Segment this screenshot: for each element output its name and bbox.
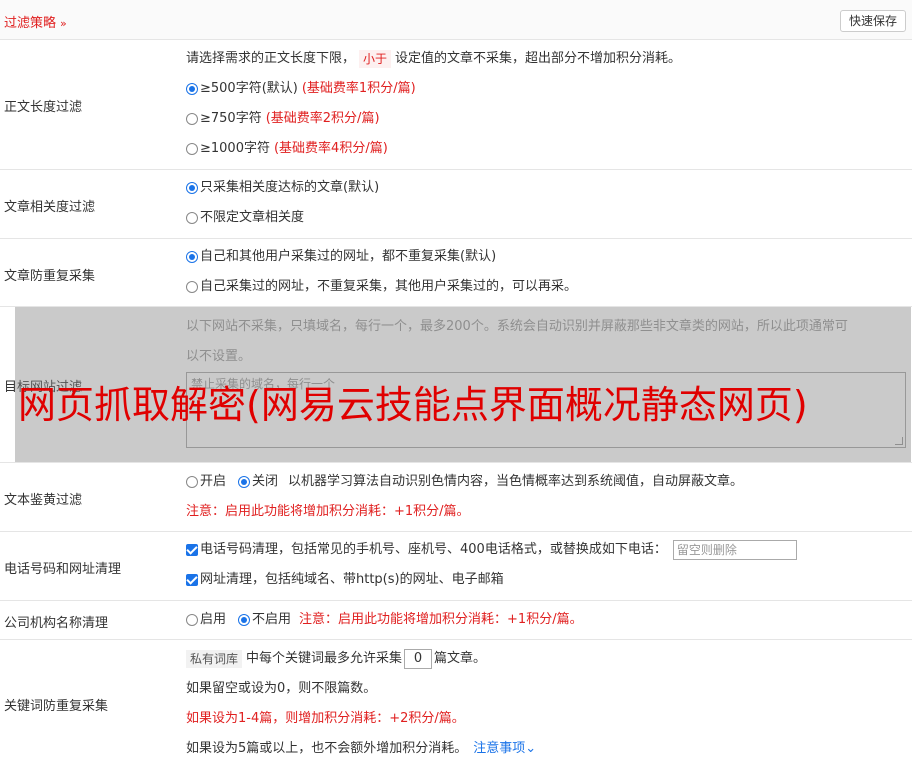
relevance-option-unlimited[interactable]: 不限定文章相关度 bbox=[186, 209, 304, 227]
checkbox[interactable] bbox=[186, 544, 198, 556]
radio-button-off[interactable] bbox=[238, 476, 251, 488]
org-filter-label: 公司机构名称清理 bbox=[4, 616, 109, 631]
radio-button[interactable] bbox=[186, 281, 198, 293]
double-chevron-down-icon: » bbox=[60, 17, 67, 30]
line1-post: 篇文章。 bbox=[434, 651, 487, 666]
section-title[interactable]: 过滤策略» bbox=[4, 12, 67, 31]
disable-label: 不启用 bbox=[252, 612, 292, 627]
option-text: 只采集相关度达标的文章(默认) bbox=[200, 180, 380, 195]
keyword-dedupe-label: 关键词防重复采集 bbox=[4, 699, 109, 714]
radio-button[interactable] bbox=[186, 113, 198, 125]
radio-button[interactable] bbox=[186, 182, 198, 194]
radio-button[interactable] bbox=[186, 83, 198, 95]
phone-filter-row: 电话号码和网址清理 电话号码清理，包括常见的手机号、座机号、400电话格式，或替… bbox=[0, 532, 912, 601]
url-cleanup-option[interactable]: 网址清理，包括纯域名、带http(s)的网址、电子邮箱 bbox=[186, 571, 504, 589]
porn-filter-note: 注意：启用此功能将增加积分消耗：+1积分/篇。 bbox=[186, 504, 470, 519]
dedupe-option-self[interactable]: 自己采集过的网址，不重复采集，其他用户采集过的，可以再采。 bbox=[186, 278, 577, 296]
relevance-option-qualified[interactable]: 只采集相关度达标的文章(默认) bbox=[186, 179, 379, 197]
notes-link[interactable]: 注意事项⌄ bbox=[473, 740, 536, 758]
length-option-500[interactable]: ≥500字符(默认) (基础费率1积分/篇) bbox=[186, 80, 416, 98]
watermark-text: 网页抓取解密(网易云技能点界面概况静态网页) bbox=[18, 383, 808, 427]
porn-filter-label: 文本鉴黄过滤 bbox=[4, 493, 83, 508]
relevance-filter-label: 文章相关度过滤 bbox=[4, 200, 96, 215]
dedupe-label: 文章防重复采集 bbox=[4, 269, 96, 284]
radio-button-enable[interactable] bbox=[186, 614, 198, 626]
section-title-text: 过滤策略 bbox=[4, 16, 57, 31]
chevron-down-icon: ⌄ bbox=[525, 741, 537, 756]
radio-button-disable[interactable] bbox=[238, 614, 251, 626]
keyword-dedupe-row: 关键词防重复采集 私有词库 中每个关键词最多允许采集 0 篇文章。 如果留空或设为0，… bbox=[0, 640, 912, 768]
phone-input-placeholder: 留空则删除 bbox=[676, 543, 737, 557]
notes-link-text: 注意事项 bbox=[473, 741, 526, 756]
option-text: ≥1000字符 bbox=[200, 141, 270, 156]
replacement-phone-input[interactable]: 留空则删除 bbox=[672, 540, 797, 560]
dedupe-option-all[interactable]: 自己和其他用户采集过的网址，都不重复采集(默认) bbox=[186, 248, 496, 266]
off-label: 关闭 bbox=[252, 474, 279, 489]
line4-text: 如果设为5篇或以上，也不会额外增加积分消耗。 bbox=[186, 741, 468, 756]
length-option-750[interactable]: ≥750字符 (基础费率2积分/篇) bbox=[186, 110, 380, 128]
length-filter-label: 正文长度过滤 bbox=[4, 100, 83, 115]
radio-button[interactable] bbox=[186, 143, 198, 155]
length-option-1000[interactable]: ≥1000字符 (基础费率4积分/篇) bbox=[186, 140, 388, 158]
phone-cleanup-text: 电话号码清理，包括常见的手机号、座机号、400电话格式，或替换成如下电话： bbox=[200, 542, 667, 557]
option-text: 自己和其他用户采集过的网址，都不重复采集(默认) bbox=[200, 249, 497, 264]
phone-filter-label: 电话号码和网址清理 bbox=[4, 562, 122, 577]
less-than-tag: 小于 bbox=[359, 50, 392, 68]
radio-button[interactable] bbox=[186, 251, 198, 263]
max-articles-input[interactable]: 0 bbox=[404, 649, 433, 669]
length-filter-desc: 请选择需求的正文长度下限， 小于 设定值的文章不采集，超出部分不增加积分消耗。 bbox=[186, 50, 681, 68]
dedupe-row: 文章防重复采集 自己和其他用户采集过的网址，都不重复采集(默认) 自己采集过的网… bbox=[0, 239, 912, 307]
url-cleanup-text: 网址清理，包括纯域名、带http(s)的网址、电子邮箱 bbox=[200, 572, 504, 587]
org-filter-note: 注意：启用此功能将增加积分消耗：+1积分/篇。 bbox=[299, 612, 583, 627]
option-text: 自己采集过的网址，不重复采集，其他用户采集过的，可以再采。 bbox=[200, 279, 578, 294]
keyword-dedupe-line1: 私有词库 中每个关键词最多允许采集 0 篇文章。 bbox=[186, 649, 487, 669]
length-desc-post: 设定值的文章不采集，超出部分不增加积分消耗。 bbox=[395, 51, 682, 66]
checkbox[interactable] bbox=[186, 574, 198, 586]
keyword-dedupe-line2: 如果留空或设为0，则不限篇数。 bbox=[186, 681, 377, 696]
phone-cleanup-option[interactable]: 电话号码清理，包括常见的手机号、座机号、400电话格式，或替换成如下电话： 留空… bbox=[186, 540, 797, 560]
option-note: (基础费率2积分/篇) bbox=[265, 111, 380, 126]
length-filter-row: 正文长度过滤 请选择需求的正文长度下限， 小于 设定值的文章不采集，超出部分不增加积… bbox=[0, 40, 912, 170]
option-text: 不限定文章相关度 bbox=[200, 210, 305, 225]
porn-filter-row: 文本鉴黄过滤 开启 关闭 以机器学习算法自动识别色情内容，当色情概率达到系统阈值… bbox=[0, 462, 912, 532]
radio-button[interactable] bbox=[186, 212, 198, 224]
option-note: (基础费率4积分/篇) bbox=[273, 141, 388, 156]
line1-pre: 中每个关键词最多允许采集 bbox=[246, 651, 403, 666]
porn-filter-desc: 以机器学习算法自动识别色情内容，当色情概率达到系统阈值，自动屏蔽文章。 bbox=[288, 474, 744, 489]
length-desc-pre: 请选择需求的正文长度下限， bbox=[186, 51, 356, 66]
keyword-dedupe-line3: 如果设为1-4篇，则增加积分消耗：+2积分/篇。 bbox=[186, 711, 465, 726]
relevance-filter-row: 文章相关度过滤 只采集相关度达标的文章(默认) 不限定文章相关度 bbox=[0, 170, 912, 239]
option-note: (基础费率1积分/篇) bbox=[301, 81, 416, 96]
porn-filter-options: 开启 关闭 以机器学习算法自动识别色情内容，当色情概率达到系统阈值，自动屏蔽文章… bbox=[186, 473, 743, 491]
enable-label: 启用 bbox=[200, 612, 227, 627]
radio-button-on[interactable] bbox=[186, 476, 198, 488]
option-text: ≥750字符 bbox=[200, 111, 262, 126]
option-text: ≥500字符(默认) bbox=[200, 81, 298, 96]
org-filter-options: 启用 不启用 注意：启用此功能将增加积分消耗：+1积分/篇。 bbox=[186, 611, 583, 629]
private-lexicon-tag[interactable]: 私有词库 bbox=[186, 650, 243, 668]
filter-strategy-header: 过滤策略» 快速保存 bbox=[0, 0, 912, 40]
org-filter-row: 公司机构名称清理 启用 不启用 注意：启用此功能将增加积分消耗：+1积分/篇。 bbox=[0, 601, 912, 640]
quick-save-button[interactable]: 快速保存 bbox=[839, 10, 906, 32]
keyword-dedupe-line4: 如果设为5篇或以上，也不会额外增加积分消耗。 注意事项⌄ bbox=[186, 740, 536, 758]
on-label: 开启 bbox=[200, 474, 227, 489]
